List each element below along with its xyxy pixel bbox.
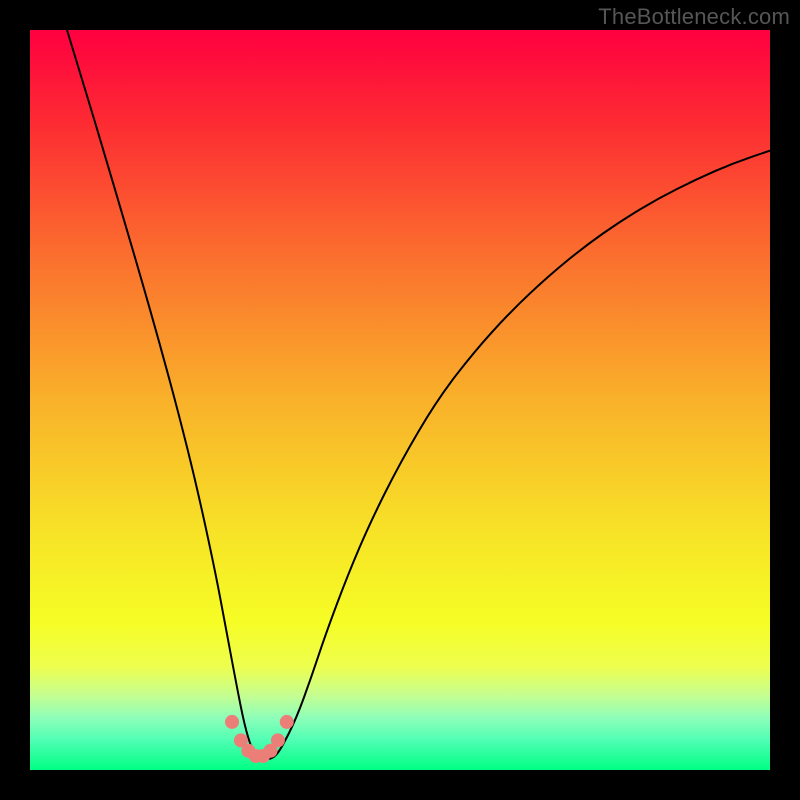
chart-container: TheBottleneck.com [0,0,800,800]
marker-dot [280,715,294,729]
plot-background [30,30,770,770]
watermark-text: TheBottleneck.com [598,4,790,30]
marker-dot [225,715,239,729]
bottleneck-chart [0,0,800,800]
marker-dot [271,733,285,747]
